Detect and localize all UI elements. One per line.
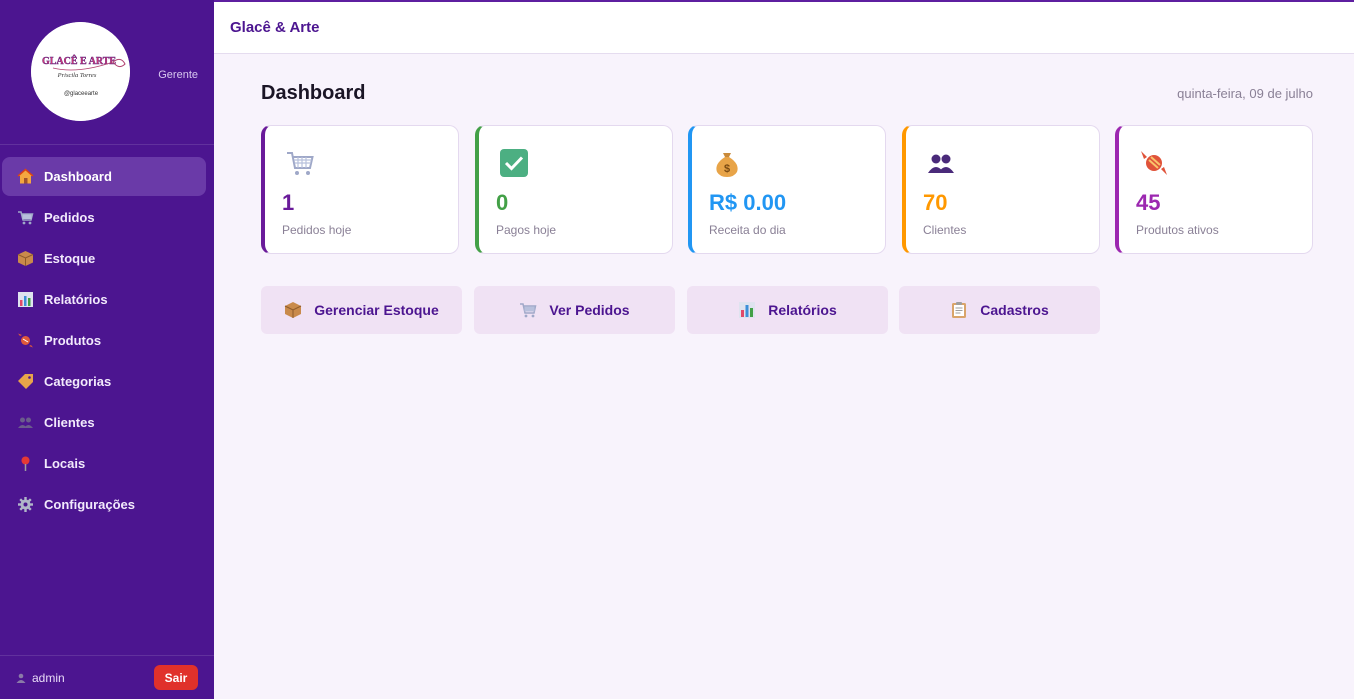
sidebar: GLACÊ E ARTE Priscila Torres @glaceearte…	[0, 0, 214, 699]
view-orders-button[interactable]: Ver Pedidos	[474, 286, 675, 334]
reports-button[interactable]: Relatórios	[687, 286, 888, 334]
stat-card-clientes: 70 Clientes	[902, 125, 1100, 254]
box-icon	[284, 301, 302, 319]
box-icon	[17, 250, 34, 267]
sidebar-item-clientes[interactable]: Clientes	[2, 403, 206, 442]
quick-actions: Gerenciar Estoque Ver Pedidos Relatórios…	[261, 286, 1313, 334]
stat-card-produtos: 45 Produtos ativos	[1115, 125, 1313, 254]
stat-label: Pagos hoje	[496, 223, 557, 237]
cart-icon	[17, 209, 34, 226]
sidebar-item-relatorios[interactable]: Relatórios	[2, 280, 206, 319]
user-icon	[16, 673, 26, 683]
candy-icon	[17, 332, 34, 349]
stat-label: Receita do dia	[709, 223, 786, 237]
sidebar-item-label: Configurações	[44, 497, 136, 512]
manage-stock-button[interactable]: Gerenciar Estoque	[261, 286, 462, 334]
pin-icon	[17, 455, 34, 472]
logo-subtitle: Priscila Torres	[57, 72, 97, 79]
sidebar-item-locais[interactable]: Locais	[2, 444, 206, 483]
users-icon	[926, 148, 956, 178]
cart-icon	[519, 301, 537, 319]
check-icon	[499, 148, 529, 178]
gear-icon	[17, 496, 34, 513]
candy-icon	[1139, 148, 1169, 178]
stat-card-receita: $ R$ 0.00 Receita do dia	[688, 125, 886, 254]
sidebar-nav: Dashboard Pedidos Estoque Relatórios Pro…	[0, 157, 214, 526]
sidebar-item-label: Categorias	[44, 374, 112, 389]
logo-title: GLACÊ E ARTE	[42, 55, 116, 67]
stat-value: 70	[923, 190, 948, 215]
sidebar-item-label: Clientes	[44, 415, 95, 430]
sidebar-item-pedidos[interactable]: Pedidos	[2, 198, 206, 237]
sidebar-item-label: Dashboard	[44, 169, 112, 184]
app-title: Glacê & Arte	[230, 19, 320, 36]
users-icon	[17, 414, 34, 431]
current-date: quinta-feira, 09 de julho	[1177, 86, 1313, 101]
stats-cards: 1 Pedidos hoje 0 Pagos hoje $ R$ 0.00 Re…	[261, 125, 1313, 254]
logo-handle: @glaceearte	[64, 91, 99, 97]
action-label: Gerenciar Estoque	[314, 302, 439, 318]
bar-chart-icon	[17, 291, 34, 308]
page-title: Dashboard	[261, 82, 366, 104]
logout-button[interactable]: Sair	[154, 665, 198, 690]
sidebar-footer: admin Sair	[0, 655, 214, 699]
sidebar-item-label: Estoque	[44, 251, 96, 266]
user-role: Gerente	[158, 69, 198, 81]
sidebar-item-label: Relatórios	[44, 292, 108, 307]
stat-label: Clientes	[923, 223, 967, 237]
sidebar-item-categorias[interactable]: Categorias	[2, 362, 206, 401]
registrations-button[interactable]: Cadastros	[899, 286, 1100, 334]
sidebar-item-label: Pedidos	[44, 210, 95, 225]
stat-value: 45	[1136, 190, 1161, 215]
action-label: Ver Pedidos	[549, 302, 630, 318]
house-icon	[17, 168, 34, 185]
sidebar-item-label: Locais	[44, 456, 86, 471]
bar-chart-icon	[738, 301, 756, 319]
cart-icon	[285, 148, 315, 178]
stat-value: 0	[496, 190, 509, 215]
money-bag-icon: $	[712, 148, 742, 178]
clipboard-icon	[950, 301, 968, 319]
sidebar-item-label: Produtos	[44, 333, 102, 348]
stat-value: R$ 0.00	[709, 190, 787, 215]
stat-label: Produtos ativos	[1136, 223, 1219, 237]
top-bar: Glacê & Arte	[214, 0, 1354, 54]
sidebar-item-dashboard[interactable]: Dashboard	[2, 157, 206, 196]
sidebar-item-estoque[interactable]: Estoque	[2, 239, 206, 278]
brand-logo: GLACÊ E ARTE Priscila Torres @glaceearte	[31, 22, 130, 121]
sidebar-brand: GLACÊ E ARTE Priscila Torres @glaceearte…	[0, 0, 214, 145]
stat-card-pagos: 0 Pagos hoje	[475, 125, 673, 254]
action-label: Cadastros	[980, 302, 1049, 318]
svg-text:$: $	[724, 163, 730, 175]
stat-card-pedidos: 1 Pedidos hoje	[261, 125, 459, 254]
action-label: Relatórios	[768, 302, 837, 318]
stat-value: 1	[282, 190, 295, 215]
stat-label: Pedidos hoje	[282, 223, 352, 237]
tag-icon	[17, 373, 34, 390]
username: admin	[32, 670, 65, 685]
page-header: Dashboard quinta-feira, 09 de julho	[261, 82, 1313, 106]
sidebar-item-produtos[interactable]: Produtos	[2, 321, 206, 360]
current-user: admin	[16, 671, 65, 685]
sidebar-item-configuracoes[interactable]: Configurações	[2, 485, 206, 524]
